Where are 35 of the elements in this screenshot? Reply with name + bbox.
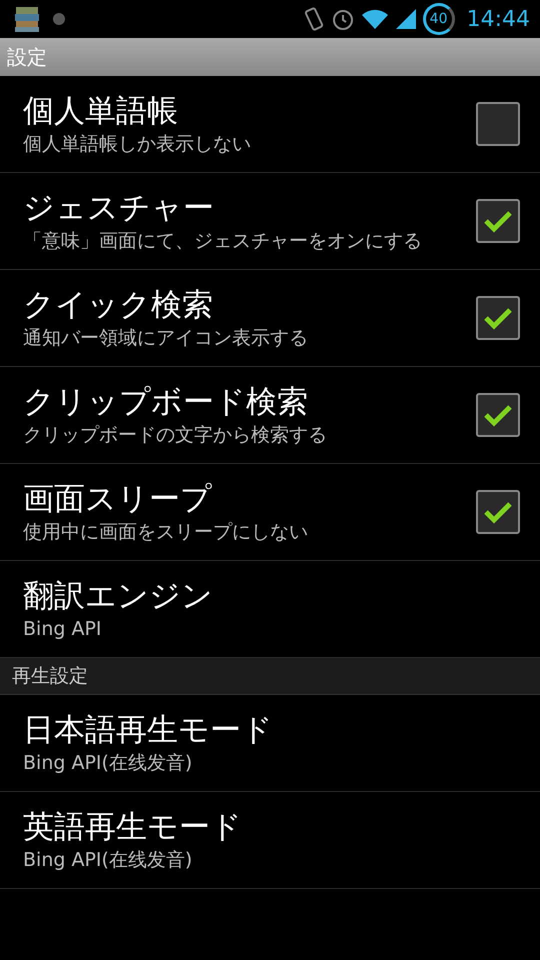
setting-title[interactable]: 英語再生モード [23,807,242,847]
setting-summary: Bing API(在线发音) [23,751,194,776]
setting-title[interactable]: 個人単語帳 [23,91,178,131]
setting-title[interactable]: クリップボード検索 [23,382,308,422]
setting-title[interactable]: クイック検索 [23,285,213,325]
setting-summary: 使用中に画面をスリープにしない [23,520,309,545]
checkbox[interactable] [476,102,520,146]
setting-title[interactable]: 画面スリープ [23,479,212,519]
setting-summary: クリップボードの文字から検索する [23,423,328,448]
setting-title[interactable]: 翻訳エンジン [23,576,213,616]
wifi-icon [360,8,389,30]
checkmark-icon [483,403,513,427]
alarm-clock-icon [330,7,355,31]
section-header: 再生設定 [12,664,88,689]
checkbox[interactable] [476,490,520,534]
checkbox[interactable] [476,296,520,340]
books-app-icon [14,5,40,33]
dot-icon [52,12,66,26]
checkmark-icon [483,209,513,233]
setting-summary: 「意味」画面にて、ジェスチャーをオンにする [23,229,423,254]
screen-title: 設定 [7,44,47,70]
setting-summary: Bing API(在线发音) [23,848,194,873]
setting-title[interactable]: ジェスチャー [23,188,214,228]
battery-indicator: 40 [422,3,455,35]
checkmark-icon [483,306,513,330]
setting-title[interactable]: 日本語再生モード [23,710,273,750]
checkmark-icon [483,500,513,524]
setting-summary: Bing API [23,617,103,642]
vibrate-icon [302,6,325,32]
setting-summary: 通知バー領域にアイコン表示する [23,326,309,351]
checkbox[interactable] [476,199,520,243]
setting-summary: 個人単語帳しか表示しない [23,132,252,157]
signal-icon [394,8,417,30]
checkbox[interactable] [476,393,520,437]
clock-time: 14:44 [466,6,530,32]
